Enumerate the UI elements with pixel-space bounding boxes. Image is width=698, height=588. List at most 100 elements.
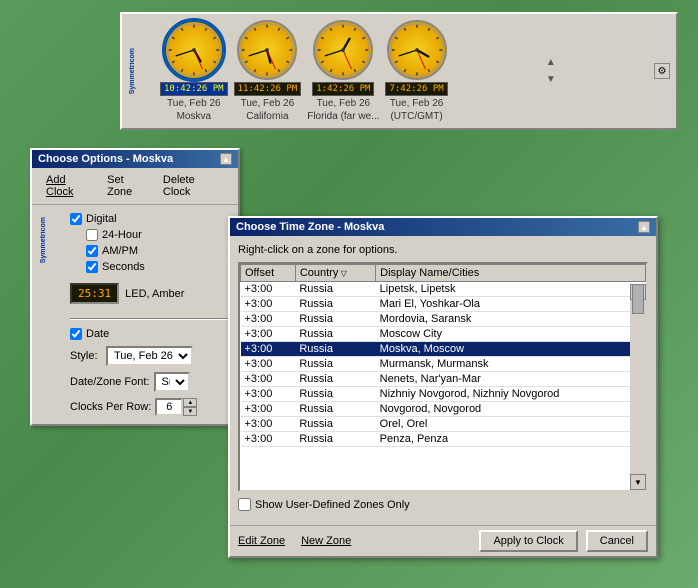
timezone-footer-links: Edit Zone New Zone — [238, 535, 471, 547]
menu-set-zone[interactable]: Set Zone — [101, 172, 157, 200]
clock-bar: Symmetricom 10:42:26 PMTue, Feb 26Moskva… — [120, 12, 678, 130]
table-cell-offset: +3:00 — [241, 387, 296, 402]
spin-up-button[interactable]: ▲ — [183, 398, 197, 407]
apply-to-clock-button[interactable]: Apply to Clock — [479, 530, 577, 552]
date-checkbox[interactable] — [70, 328, 82, 340]
options-logo: Symmetricom — [40, 217, 47, 263]
options-dialog-titlebar: Choose Options - Moskva ▲ — [32, 150, 238, 168]
col-display[interactable]: Display Name/Cities — [376, 265, 646, 282]
clock-item-florida[interactable]: 1:42:26 PM Tue, Feb 26 Florida (far we... — [307, 20, 379, 122]
table-cell-country: Russia — [295, 327, 375, 342]
seconds-checkbox-row: Seconds — [86, 261, 230, 273]
clock-label-moskva: Moskva — [177, 111, 211, 122]
date-zone-font-select[interactable]: Sm — [154, 372, 190, 392]
table-row[interactable]: +3:00RussiaNenets, Nar'yan-Mar — [241, 372, 646, 387]
user-defined-label: Show User-Defined Zones Only — [255, 499, 410, 511]
timezone-table-container[interactable]: Offset Country Display Name/Cities +3:00… — [238, 262, 648, 492]
clock-bar-down-arrow[interactable]: ▼ — [544, 72, 558, 87]
menu-delete-clock[interactable]: Delete Clock — [157, 172, 230, 200]
table-cell-display: Moskva, Moscow — [376, 342, 646, 357]
scrollbar-down-arrow[interactable]: ▼ — [630, 474, 646, 490]
hour24-checkbox[interactable] — [86, 229, 98, 241]
table-cell-country: Russia — [295, 342, 375, 357]
clock-item-california[interactable]: 11:42:26 PMTue, Feb 26California — [234, 20, 302, 122]
digital-checkbox-row: Digital — [70, 213, 230, 225]
menu-add-clock[interactable]: Add Clock — [40, 172, 101, 200]
clock-label-florida: Florida (far we... — [307, 111, 379, 122]
style-select[interactable]: Tue, Feb 26 — [106, 346, 193, 366]
clocks-per-row-row: Clocks Per Row: ▲ ▼ — [70, 398, 230, 416]
timezone-footer: Edit Zone New Zone Apply to Clock Cancel — [230, 525, 656, 556]
edit-zone-link[interactable]: Edit Zone — [238, 535, 285, 547]
led-row: 25:31 LED, Amber — [70, 281, 230, 306]
clock-item-utcgmt[interactable]: 7:42:26 PMTue, Feb 26(UTC/GMT) — [385, 20, 447, 122]
clock-bar-up-arrow[interactable]: ▲ — [544, 55, 558, 70]
timezone-footer-buttons: Apply to Clock Cancel — [479, 530, 648, 552]
clock-bar-logo: Symmetricom — [128, 48, 152, 94]
table-row[interactable]: +3:00RussiaNovgorod, Novgorod — [241, 402, 646, 417]
table-row[interactable]: +3:00RussiaMordovia, Saransk — [241, 312, 646, 327]
table-row[interactable]: +3:00RussiaOrel, Orel — [241, 417, 646, 432]
table-cell-country: Russia — [295, 387, 375, 402]
table-row[interactable]: +3:00RussiaMoskva, Moscow — [241, 342, 646, 357]
table-row[interactable]: +3:00RussiaMoscow City — [241, 327, 646, 342]
table-row[interactable]: +3:00RussiaMari El, Yoshkar-Ola — [241, 297, 646, 312]
timezone-scrollbar[interactable]: ▲ ▼ — [630, 284, 646, 490]
options-logo-side: Symmetricom — [40, 213, 70, 416]
clock-date-california: Tue, Feb 26 — [241, 98, 295, 109]
table-cell-offset: +3:00 — [241, 297, 296, 312]
table-cell-display: Nizhniy Novgorod, Nizhniy Novgorod — [376, 387, 646, 402]
table-cell-display: Novgorod, Novgorod — [376, 402, 646, 417]
table-cell-offset: +3:00 — [241, 282, 296, 297]
table-cell-country: Russia — [295, 417, 375, 432]
table-cell-offset: +3:00 — [241, 312, 296, 327]
seconds-checkbox[interactable] — [86, 261, 98, 273]
timezone-instruction: Right-click on a zone for options. — [238, 244, 648, 256]
hour24-checkbox-row: 24-Hour — [86, 229, 230, 241]
table-cell-display: Murmansk, Murmansk — [376, 357, 646, 372]
user-defined-checkbox[interactable] — [238, 498, 251, 511]
style-row: Style: Tue, Feb 26 — [70, 346, 230, 366]
table-cell-offset: +3:00 — [241, 432, 296, 447]
options-dialog-title: Choose Options - Moskva — [38, 153, 173, 165]
new-zone-link[interactable]: New Zone — [301, 535, 351, 547]
clock-display-california: 11:42:26 PM — [234, 82, 302, 96]
table-cell-country: Russia — [295, 432, 375, 447]
timezone-dialog-close-button[interactable]: ▲ — [638, 221, 650, 233]
ampm-checkbox[interactable] — [86, 245, 98, 257]
timezone-dialog-titlebar: Choose Time Zone - Moskva ▲ — [230, 218, 656, 236]
clock-face-california — [237, 20, 297, 80]
timezone-content: Right-click on a zone for options. Offse… — [230, 236, 656, 525]
table-cell-offset: +3:00 — [241, 342, 296, 357]
options-dialog: Choose Options - Moskva ▲ Add Clock Set … — [30, 148, 240, 426]
col-country[interactable]: Country — [295, 265, 375, 282]
clock-display-utcgmt: 7:42:26 PM — [385, 82, 447, 96]
timezone-dialog: Choose Time Zone - Moskva ▲ Right-click … — [228, 216, 658, 558]
clocks-per-row-input[interactable] — [155, 398, 183, 416]
clock-bar-settings-icon[interactable]: ⚙ — [654, 63, 670, 79]
table-cell-display: Mordovia, Saransk — [376, 312, 646, 327]
clock-item-moskva[interactable]: 10:42:26 PMTue, Feb 26Moskva — [160, 20, 228, 122]
clock-face-utcgmt — [387, 20, 447, 80]
table-row[interactable]: +3:00RussiaLipetsk, Lipetsk — [241, 282, 646, 297]
led-preview: 25:31 — [70, 283, 119, 304]
clock-display-florida: 1:42:26 PM — [312, 82, 374, 96]
clock-date-florida: Tue, Feb 26 — [317, 98, 371, 109]
clock-face-florida — [313, 20, 373, 80]
timezone-table: Offset Country Display Name/Cities +3:00… — [240, 264, 646, 447]
clock-label-utcgmt: (UTC/GMT) — [390, 111, 442, 122]
scrollbar-thumb[interactable] — [632, 284, 644, 314]
cancel-button[interactable]: Cancel — [586, 530, 648, 552]
options-form: Digital 24-Hour AM/PM Seconds 25:31 LED,… — [70, 213, 230, 416]
table-cell-country: Russia — [295, 357, 375, 372]
col-offset[interactable]: Offset — [241, 265, 296, 282]
table-cell-display: Moscow City — [376, 327, 646, 342]
style-label: Style: — [70, 350, 102, 362]
table-cell-country: Russia — [295, 312, 375, 327]
table-row[interactable]: +3:00RussiaPenza, Penza — [241, 432, 646, 447]
table-row[interactable]: +3:00RussiaMurmansk, Murmansk — [241, 357, 646, 372]
options-dialog-close-button[interactable]: ▲ — [220, 153, 232, 165]
table-row[interactable]: +3:00RussiaNizhniy Novgorod, Nizhniy Nov… — [241, 387, 646, 402]
spin-down-button[interactable]: ▼ — [183, 407, 197, 416]
digital-checkbox[interactable] — [70, 213, 82, 225]
